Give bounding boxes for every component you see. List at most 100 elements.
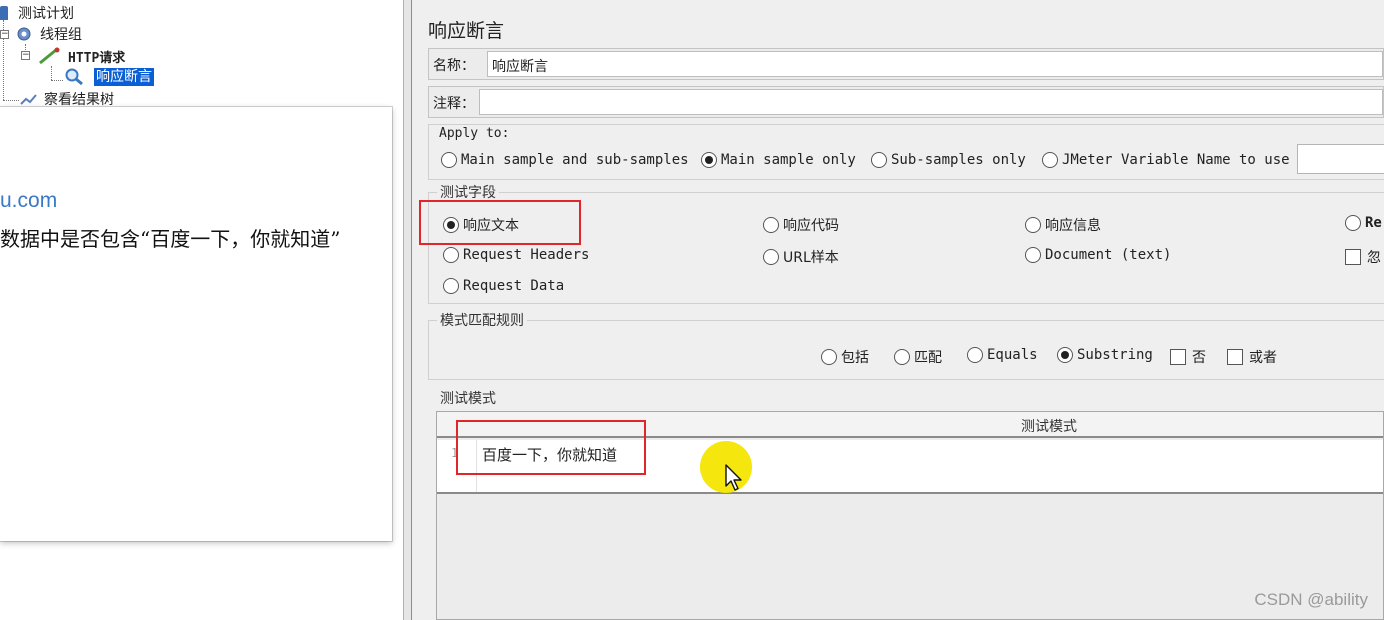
tree-connector [51,80,63,81]
tree-label: 察看结果树 [44,92,114,108]
radio-icon [441,152,457,168]
tree-node-test-plan[interactable]: 测试计划 [0,3,74,23]
radio-label: Main sample and sub-samples [461,152,689,168]
test-field-group: 测试字段 响应文本 响应代码 响应信息 Re Request Headers U… [428,182,1384,304]
tree-label-selected: 响应断言 [94,68,154,86]
radio-contains[interactable]: 包括 [821,347,869,367]
comment-row: 注释： [428,86,1384,118]
radio-sub-only[interactable]: Sub-samples only [871,152,1026,168]
checkbox-label: 忽 [1367,250,1381,266]
radio-matches[interactable]: 匹配 [894,347,942,367]
radio-response-code[interactable]: 响应代码 [763,215,839,235]
radio-icon [821,349,837,365]
radio-icon [443,278,459,294]
pattern-rules-title: 模式匹配规则 [437,310,527,330]
radio-url-sample[interactable]: URL样本 [763,247,839,267]
radio-label: 响应代码 [783,218,839,234]
tree-connector [51,66,52,80]
radio-selected-icon [443,217,459,233]
radio-response-headers[interactable]: Re [1345,215,1382,231]
radio-label: Document (text) [1045,247,1172,263]
radio-main-and-sub[interactable]: Main sample and sub-samples [441,152,689,168]
radio-jmeter-variable[interactable]: JMeter Variable Name to use [1042,152,1290,168]
tree-label: 测试计划 [18,6,74,22]
radio-request-data[interactable]: Request Data [443,278,564,294]
watermark-text: CSDN @ability [1254,590,1368,609]
radio-label: Request Data [463,278,565,294]
gear-icon [14,26,34,42]
radio-selected-icon [1057,347,1073,363]
radio-label: URL样本 [783,250,839,266]
radio-main-only[interactable]: Main sample only [701,152,856,168]
collapse-toggle-icon[interactable]: − [0,30,9,39]
radio-label: 响应文本 [463,218,519,234]
name-row: 名称： 响应断言 [428,48,1384,80]
radio-label: 匹配 [914,350,942,366]
row-gutter: 1 [437,440,477,492]
radio-label: Sub-samples only [891,152,1026,168]
radio-label: Equals [987,347,1038,363]
checkbox-label: 或者 [1249,350,1277,366]
radio-label: 包括 [841,350,869,366]
mouse-cursor-icon [725,464,742,491]
radio-icon [1025,217,1041,233]
pattern-rules-group: 模式匹配规则 包括 匹配 Equals Substring 否 或者 [428,310,1384,380]
radio-label: JMeter Variable Name to use [1062,152,1290,168]
radio-substring[interactable]: Substring [1057,347,1153,363]
card-description: 数据中是否包含“百度一下，你就知道” [0,227,341,251]
radio-response-text[interactable]: 响应文本 [443,215,519,235]
radio-response-message[interactable]: 响应信息 [1025,215,1101,235]
checkbox-label: 否 [1192,350,1206,366]
comment-input[interactable] [479,89,1383,115]
checkbox-icon [1345,249,1361,265]
radio-icon [763,249,779,265]
checkbox-icon [1170,349,1186,365]
tree-node-thread-group[interactable]: 线程组 [14,24,82,44]
name-label: 名称： [433,58,475,74]
tree-node-http-request[interactable]: HTTP请求 [36,46,125,66]
table-header: 测试模式 [437,412,1383,438]
radio-document-text[interactable]: Document (text) [1025,247,1171,263]
tree-node-response-assertion[interactable]: 响应断言 [64,67,154,87]
test-patterns-table: 测试模式 1 百度一下，你就知道 [436,411,1384,620]
row-number: 1 [451,446,459,460]
annotation-card: u.com 数据中是否包含“百度一下，你就知道” [0,107,392,541]
test-field-title: 测试字段 [437,182,499,202]
radio-label: Request Headers [463,247,590,263]
test-plan-icon [0,6,8,20]
radio-label: Main sample only [721,152,856,168]
pane-splitter[interactable] [403,0,412,620]
radio-icon [1025,247,1041,263]
name-input[interactable]: 响应断言 [487,51,1383,77]
checkbox-ignore-status[interactable]: 忽 [1345,247,1381,267]
tree-label: 线程组 [40,27,82,43]
column-header-test-pattern[interactable]: 测试模式 [1021,416,1077,436]
pattern-cell[interactable]: 百度一下，你就知道 [482,444,617,465]
radio-icon [763,217,779,233]
pipette-icon [36,47,62,65]
magnifier-icon [64,68,86,86]
checkbox-icon [1227,349,1243,365]
tree-node-results-tree[interactable]: 察看结果树 [20,90,114,108]
radio-icon [871,152,887,168]
radio-equals[interactable]: Equals [967,347,1038,363]
checkbox-or[interactable]: 或者 [1227,347,1277,367]
test-patterns-title: 测试模式 [440,391,496,407]
chart-icon [20,92,38,106]
apply-to-group: Apply to: Main sample and sub-samples Ma… [428,124,1384,180]
checkbox-not[interactable]: 否 [1170,347,1206,367]
radio-label: Substring [1077,347,1153,363]
radio-icon [967,347,983,363]
apply-to-title: Apply to: [439,126,510,141]
radio-icon [1345,215,1361,231]
radio-request-headers[interactable]: Request Headers [443,247,589,263]
collapse-toggle-icon[interactable]: − [21,51,30,60]
radio-icon [1042,152,1058,168]
table-row[interactable]: 1 百度一下，你就知道 [437,440,1383,494]
variable-name-input[interactable] [1297,144,1384,174]
tree-label: HTTP请求 [68,50,126,66]
panel-title: 响应断言 [428,20,505,42]
card-link-text: u.com [0,189,58,212]
radio-icon [443,247,459,263]
radio-icon [894,349,910,365]
